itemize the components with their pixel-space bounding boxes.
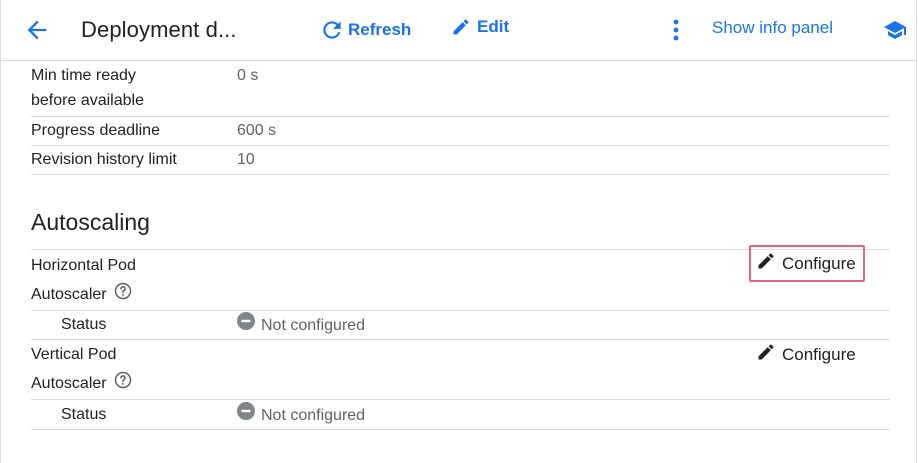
status-label: Status bbox=[61, 406, 107, 423]
configure-label: Configure bbox=[782, 253, 856, 273]
not-configured-icon bbox=[237, 312, 261, 338]
panel-right-border bbox=[916, 0, 917, 463]
vpa-configure-button[interactable]: Configure bbox=[756, 342, 856, 367]
status-value: Not configured bbox=[237, 402, 365, 428]
help-icon[interactable] bbox=[113, 281, 133, 309]
hpa-label-line1: Horizontal Pod bbox=[31, 257, 136, 274]
section-title-autoscaling: Autoscaling bbox=[31, 209, 150, 235]
show-info-panel-button[interactable]: Show info panel bbox=[712, 18, 833, 38]
hpa-label-line2: Autoscaler bbox=[31, 286, 107, 304]
page-header: Deployment d... Refresh Edit Show info p… bbox=[1, 0, 916, 61]
vpa-label-line1: Vertical Pod bbox=[31, 346, 117, 363]
hpa-row: Horizontal Pod Autoscaler Configure bbox=[31, 245, 890, 311]
refresh-button[interactable]: Refresh bbox=[319, 17, 411, 43]
more-vert-icon[interactable] bbox=[665, 16, 687, 44]
status-value: Not configured bbox=[237, 312, 365, 338]
edit-label: Edit bbox=[477, 17, 510, 36]
status-text: Not configured bbox=[261, 406, 366, 424]
vpa-label-line2: Autoscaler bbox=[31, 375, 107, 393]
detail-label: Revision history limit bbox=[31, 151, 177, 168]
edit-pencil-icon bbox=[756, 251, 782, 276]
detail-row-revision-history: Revision history limit 10 bbox=[31, 146, 890, 175]
detail-value: 10 bbox=[237, 151, 255, 168]
status-label: Status bbox=[61, 316, 107, 333]
detail-label: Min time ready before available bbox=[31, 63, 144, 113]
detail-row-min-ready: Min time ready before available 0 s bbox=[31, 61, 890, 117]
vpa-label: Vertical Pod Autoscaler bbox=[31, 342, 133, 398]
detail-label: Progress deadline bbox=[31, 122, 160, 139]
configure-label: Configure bbox=[782, 344, 856, 364]
panel-left-border bbox=[0, 0, 1, 463]
not-configured-icon bbox=[237, 402, 261, 428]
hpa-status-row: Status Not configured bbox=[31, 310, 890, 340]
detail-row-progress-deadline: Progress deadline 600 s bbox=[31, 117, 890, 146]
page-title: Deployment d... bbox=[81, 17, 237, 42]
vpa-status-row: Status Not configured bbox=[31, 400, 890, 430]
detail-value: 0 s bbox=[237, 67, 259, 84]
hpa-configure-button[interactable]: Configure bbox=[749, 245, 865, 282]
help-icon[interactable] bbox=[113, 370, 133, 398]
detail-value: 600 s bbox=[237, 122, 277, 139]
edit-pencil-icon bbox=[451, 17, 477, 37]
detail-label-line2: before available bbox=[31, 92, 144, 109]
refresh-icon bbox=[319, 17, 348, 43]
refresh-label: Refresh bbox=[348, 20, 412, 39]
status-text: Not configured bbox=[261, 316, 366, 334]
detail-label-line1: Min time ready bbox=[31, 67, 136, 84]
edit-button[interactable]: Edit bbox=[451, 17, 509, 37]
vpa-label-line2-wrap: Autoscaler bbox=[31, 370, 133, 398]
edit-pencil-icon bbox=[756, 342, 782, 367]
hpa-label-line2-wrap: Autoscaler bbox=[31, 281, 136, 309]
vpa-row: Vertical Pod Autoscaler Configure bbox=[31, 340, 890, 400]
hpa-label: Horizontal Pod Autoscaler bbox=[31, 253, 136, 309]
back-arrow-icon[interactable] bbox=[23, 16, 51, 44]
learn-school-icon[interactable] bbox=[883, 18, 907, 42]
